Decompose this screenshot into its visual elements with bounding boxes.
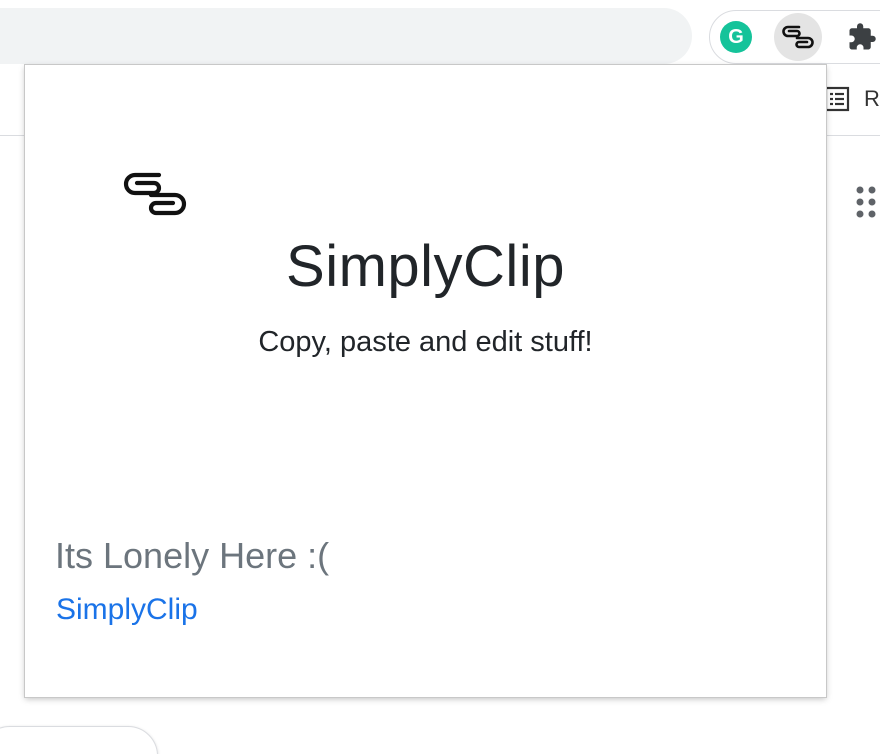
extension-popup: SimplyClip Copy, paste and edit stuff! I… (25, 65, 826, 697)
browser-window: G R SimplyClip Copy, paste and edit stuf… (0, 0, 880, 754)
empty-state-message: Its Lonely Here :( (55, 535, 330, 576)
address-bar[interactable] (0, 8, 692, 64)
reading-list-button[interactable]: R (824, 86, 880, 112)
page-floating-button[interactable] (0, 726, 158, 754)
simplyclip-link[interactable]: SimplyClip (56, 593, 198, 627)
browser-toolbar: G (0, 0, 880, 68)
paperclip-icon (123, 172, 187, 216)
grammarly-glyph: G (728, 25, 744, 48)
reading-list-icon (824, 86, 850, 112)
reading-list-label: R (864, 86, 880, 111)
paperclip-icon (782, 25, 814, 49)
extensions-menu-button[interactable] (838, 13, 880, 61)
simplyclip-extension-button[interactable] (774, 13, 822, 61)
popup-subtitle: Copy, paste and edit stuff! (258, 326, 593, 358)
grammarly-extension-button[interactable]: G (712, 13, 760, 61)
apps-grid-icon[interactable] (856, 186, 880, 218)
grammarly-icon: G (720, 21, 752, 53)
puzzle-icon (849, 23, 876, 50)
popup-title: SimplyClip (286, 234, 565, 299)
